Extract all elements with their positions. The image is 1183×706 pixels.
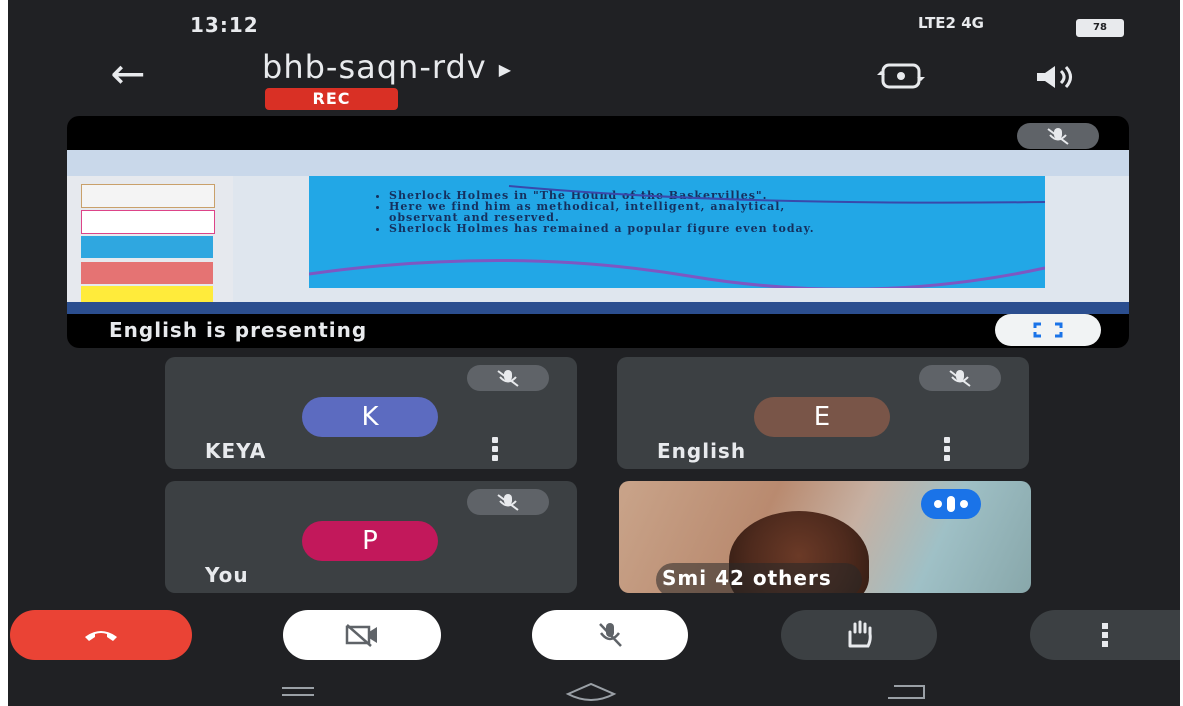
mic-off-icon bbox=[919, 365, 1001, 391]
shared-screen: Sherlock Holmes in "The Hound of the Bas… bbox=[67, 150, 1129, 314]
presenting-label: English is presenting bbox=[109, 318, 368, 342]
status-bar: 13:12 LTE2 4G 78 bbox=[8, 0, 1180, 50]
fullscreen-icon[interactable] bbox=[995, 314, 1101, 346]
speaking-indicator-icon bbox=[921, 489, 981, 519]
recording-badge: REC bbox=[265, 88, 398, 110]
participant-name: You bbox=[205, 563, 249, 587]
phone-hangup-icon bbox=[85, 631, 117, 641]
more-vertical-icon bbox=[1102, 623, 1108, 647]
raise-hand-button[interactable] bbox=[781, 610, 937, 660]
end-call-button[interactable] bbox=[10, 610, 192, 660]
participant-tile-you[interactable]: P You bbox=[165, 481, 577, 593]
camera-off-icon bbox=[345, 624, 377, 647]
mic-toggle-button[interactable] bbox=[532, 610, 688, 660]
more-options-button[interactable] bbox=[1030, 610, 1180, 660]
others-count: Smi 42 others bbox=[656, 563, 862, 593]
participant-tile-english[interactable]: E English bbox=[617, 357, 1029, 469]
raise-hand-icon bbox=[848, 620, 872, 648]
switch-camera-icon[interactable] bbox=[870, 58, 932, 94]
meet-call-screen: 13:12 LTE2 4G 78 ← bhb-saqn-rdv ▶ REC • … bbox=[8, 0, 1180, 706]
expand-triangle-icon: ▶ bbox=[498, 59, 513, 79]
more-vertical-icon[interactable] bbox=[483, 433, 507, 465]
network-indicators: LTE2 4G bbox=[918, 14, 984, 32]
mic-off-icon bbox=[467, 489, 549, 515]
mic-off-icon bbox=[467, 365, 549, 391]
slide-thumbnails bbox=[67, 176, 233, 306]
avatar: E bbox=[754, 397, 890, 437]
back-arrow-icon[interactable]: ← bbox=[100, 46, 156, 102]
back-nav-icon[interactable] bbox=[874, 678, 938, 706]
participant-name: KEYA bbox=[205, 439, 267, 463]
home-nav-icon[interactable] bbox=[556, 678, 626, 706]
status-time: 13:12 bbox=[190, 13, 259, 37]
slide-canvas: Sherlock Holmes in "The Hound of the Bas… bbox=[309, 176, 1045, 288]
ppt-toolbar bbox=[67, 150, 1129, 176]
mic-off-icon bbox=[1017, 123, 1099, 149]
speaker-icon[interactable] bbox=[1026, 60, 1084, 94]
meeting-title[interactable]: bhb-saqn-rdv ▶ bbox=[262, 48, 512, 86]
meeting-code: bhb-saqn-rdv bbox=[262, 48, 487, 86]
participant-name: English bbox=[657, 439, 747, 463]
more-vertical-icon[interactable] bbox=[935, 433, 959, 465]
camera-toggle-button[interactable] bbox=[283, 610, 441, 660]
windows-taskbar bbox=[67, 302, 1129, 314]
participant-tile-keya[interactable]: K KEYA bbox=[165, 357, 577, 469]
menu-nav-icon[interactable] bbox=[268, 678, 328, 706]
presentation-tile: Sherlock Holmes in "The Hound of the Bas… bbox=[67, 116, 1129, 348]
battery-icon: 78 bbox=[1076, 19, 1124, 37]
avatar: K bbox=[302, 397, 438, 437]
video-tile-others[interactable]: Smi 42 others bbox=[619, 481, 1031, 593]
mic-off-icon bbox=[599, 623, 622, 647]
avatar: P bbox=[302, 521, 438, 561]
